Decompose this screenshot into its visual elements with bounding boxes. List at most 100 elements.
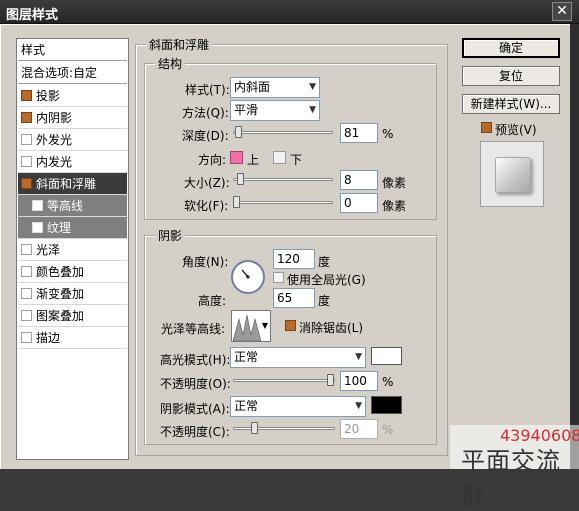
list-item-stroke[interactable]: 描边: [18, 327, 127, 349]
size-unit: 像素: [382, 176, 407, 190]
preview-swatch: [495, 157, 531, 193]
direction-up-radio[interactable]: [230, 151, 243, 164]
background-strip: [570, 24, 579, 469]
checkbox[interactable]: [21, 332, 32, 343]
highlight-opacity-slider[interactable]: [233, 373, 335, 387]
checkbox[interactable]: [21, 244, 32, 255]
technique-dropdown[interactable]: 平滑 ▼: [230, 100, 320, 121]
highlight-mode-dropdown[interactable]: 正常 ▼: [230, 347, 366, 368]
anti-alias-checkbox[interactable]: [285, 320, 296, 331]
checkbox[interactable]: [21, 90, 32, 101]
style-label: 样式(T):: [185, 83, 230, 97]
slider-thumb[interactable]: [327, 374, 334, 386]
list-item-label: 外发光: [36, 133, 73, 147]
shadow-mode-value: 正常: [234, 399, 259, 413]
checkbox[interactable]: [21, 112, 32, 123]
list-item-outer-glow[interactable]: 外发光: [18, 129, 127, 151]
soften-slider[interactable]: [233, 195, 333, 209]
depth-input[interactable]: 81: [340, 123, 378, 143]
title-bar: 图层样式 ✕: [0, 0, 579, 24]
altitude-input[interactable]: 65: [273, 288, 315, 308]
angle-indicator-icon: [241, 269, 250, 279]
chevron-down-icon: ▼: [355, 401, 362, 411]
checkbox[interactable]: [21, 178, 32, 189]
list-item-label: 渐变叠加: [36, 287, 85, 301]
highlight-opacity-unit: %: [382, 375, 394, 389]
angle-input[interactable]: 120: [273, 249, 315, 269]
list-item-blending-options[interactable]: 混合选项:自定: [18, 62, 127, 84]
window-title: 图层样式: [6, 8, 59, 23]
slider-thumb[interactable]: [233, 196, 240, 208]
size-slider[interactable]: [233, 172, 333, 186]
checkbox[interactable]: [32, 200, 43, 211]
shading-title: 阴影: [155, 227, 186, 244]
reset-button[interactable]: 复位: [462, 66, 560, 86]
style-preview: [480, 141, 544, 207]
checkbox[interactable]: [21, 310, 32, 321]
direction-down-radio[interactable]: [273, 151, 286, 164]
list-item-label: 等高线: [47, 199, 84, 213]
list-item-drop-shadow[interactable]: 投影: [18, 85, 127, 107]
highlight-mode-value: 正常: [234, 350, 259, 364]
direction-down-label: 下: [290, 153, 303, 167]
style-dropdown[interactable]: 内斜面 ▼: [230, 77, 320, 98]
depth-unit: %: [382, 127, 394, 141]
contour-preview-icon: [233, 314, 261, 341]
slider-track: [233, 379, 335, 382]
angle-dial[interactable]: [231, 260, 265, 294]
shadow-opacity-unit: %: [382, 423, 394, 437]
highlight-opacity-input[interactable]: 100: [340, 371, 378, 391]
global-light-checkbox[interactable]: [273, 272, 284, 283]
angle-label: 角度(N):: [182, 255, 229, 269]
list-item-pattern-overlay[interactable]: 图案叠加: [18, 305, 127, 327]
new-style-button[interactable]: 新建样式(W)...: [462, 94, 560, 114]
close-icon[interactable]: ✕: [552, 2, 572, 21]
checkbox[interactable]: [21, 134, 32, 145]
style-dropdown-value: 内斜面: [234, 80, 271, 94]
list-item-satin[interactable]: 光泽: [18, 239, 127, 261]
list-item-label: 颜色叠加: [36, 265, 85, 279]
depth-label: 深度(D):: [182, 129, 229, 143]
checkbox[interactable]: [21, 288, 32, 299]
list-item-gradient-overlay[interactable]: 渐变叠加: [18, 283, 127, 305]
list-item-label: 内发光: [36, 155, 73, 169]
shadow-mode-dropdown[interactable]: 正常 ▼: [230, 396, 366, 417]
list-item-contour[interactable]: 等高线: [18, 195, 127, 217]
technique-dropdown-value: 平滑: [234, 103, 259, 117]
depth-slider[interactable]: [233, 125, 333, 139]
list-item-color-overlay[interactable]: 颜色叠加: [18, 261, 127, 283]
list-item-label: 内阴影: [36, 111, 73, 125]
checkbox[interactable]: [32, 222, 43, 233]
chevron-down-icon: ▼: [261, 321, 268, 330]
list-item-label: 样式: [21, 43, 46, 57]
altitude-label: 高度:: [198, 294, 227, 308]
slider-track: [233, 201, 333, 204]
list-item-styles[interactable]: 样式: [18, 39, 127, 61]
list-item-inner-shadow[interactable]: 内阴影: [18, 107, 127, 129]
soften-input[interactable]: 0: [340, 193, 378, 213]
global-light-label: 使用全局光(G): [287, 273, 366, 287]
list-item-label: 混合选项:自定: [21, 66, 98, 80]
shadow-opacity-slider[interactable]: [233, 421, 335, 435]
slider-thumb[interactable]: [235, 126, 242, 138]
shadow-opacity-input[interactable]: 20: [340, 419, 378, 439]
list-item-inner-glow[interactable]: 内发光: [18, 151, 127, 173]
checkbox[interactable]: [21, 266, 32, 277]
angle-unit: 度: [318, 255, 331, 269]
list-item-label: 斜面和浮雕: [36, 177, 97, 191]
ok-button[interactable]: 确定: [462, 38, 560, 58]
size-input[interactable]: 8: [340, 170, 378, 190]
anti-alias-label: 消除锯齿(L): [299, 321, 364, 335]
preview-checkbox[interactable]: [481, 122, 492, 133]
slider-thumb[interactable]: [251, 422, 258, 434]
checkbox[interactable]: [21, 156, 32, 167]
shadow-color-swatch[interactable]: [371, 396, 402, 414]
list-item-bevel-emboss[interactable]: 斜面和浮雕: [18, 173, 127, 195]
slider-thumb[interactable]: [237, 173, 244, 185]
gloss-contour-picker[interactable]: ▼: [231, 310, 271, 342]
preview-label: 预览(V): [495, 123, 537, 137]
list-item-texture[interactable]: 纹理: [18, 217, 127, 239]
highlight-color-swatch[interactable]: [371, 347, 402, 365]
list-item-label: 图案叠加: [36, 309, 85, 323]
direction-label: 方向:: [198, 153, 227, 167]
